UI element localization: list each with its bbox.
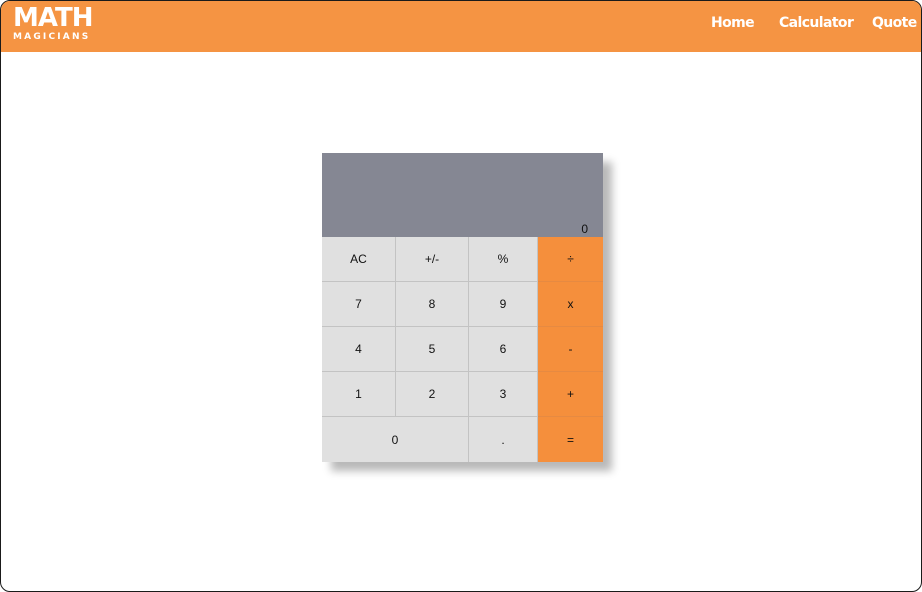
nav-link-home[interactable]: Home <box>711 15 755 31</box>
divide-button[interactable]: ÷ <box>538 237 603 282</box>
add-button[interactable]: + <box>538 372 603 417</box>
digit-7-button[interactable]: 7 <box>322 282 396 327</box>
equals-button[interactable]: = <box>538 417 603 462</box>
digit-3-button[interactable]: 3 <box>469 372 538 417</box>
keypad: AC +/- % ÷ 7 8 9 x 4 5 6 - 1 2 3 + 0 . = <box>322 237 603 462</box>
digit-5-button[interactable]: 5 <box>396 327 469 372</box>
digit-2-button[interactable]: 2 <box>396 372 469 417</box>
multiply-button[interactable]: x <box>538 282 603 327</box>
app-window: MATH MAGICIANS Home Calculator Quote 0 A… <box>0 0 922 592</box>
nav-link-calculator[interactable]: Calculator <box>779 15 854 31</box>
digit-6-button[interactable]: 6 <box>469 327 538 372</box>
navbar: MATH MAGICIANS Home Calculator Quote <box>1 1 921 52</box>
digit-8-button[interactable]: 8 <box>396 282 469 327</box>
digit-1-button[interactable]: 1 <box>322 372 396 417</box>
logo-title: MATH <box>13 3 93 33</box>
logo[interactable]: MATH MAGICIANS <box>13 3 93 42</box>
digit-0-button[interactable]: 0 <box>322 417 469 462</box>
decimal-button[interactable]: . <box>469 417 538 462</box>
logo-subtitle: MAGICIANS <box>13 32 91 42</box>
digit-4-button[interactable]: 4 <box>322 327 396 372</box>
calculator-display: 0 <box>322 153 603 237</box>
nav-link-quote[interactable]: Quote <box>872 15 917 31</box>
all-clear-button[interactable]: AC <box>322 237 396 282</box>
calculator: 0 AC +/- % ÷ 7 8 9 x 4 5 6 - 1 2 3 + 0 .… <box>322 153 603 462</box>
display-value: 0 <box>581 222 588 236</box>
toggle-sign-button[interactable]: +/- <box>396 237 469 282</box>
subtract-button[interactable]: - <box>538 327 603 372</box>
percent-button[interactable]: % <box>469 237 538 282</box>
digit-9-button[interactable]: 9 <box>469 282 538 327</box>
